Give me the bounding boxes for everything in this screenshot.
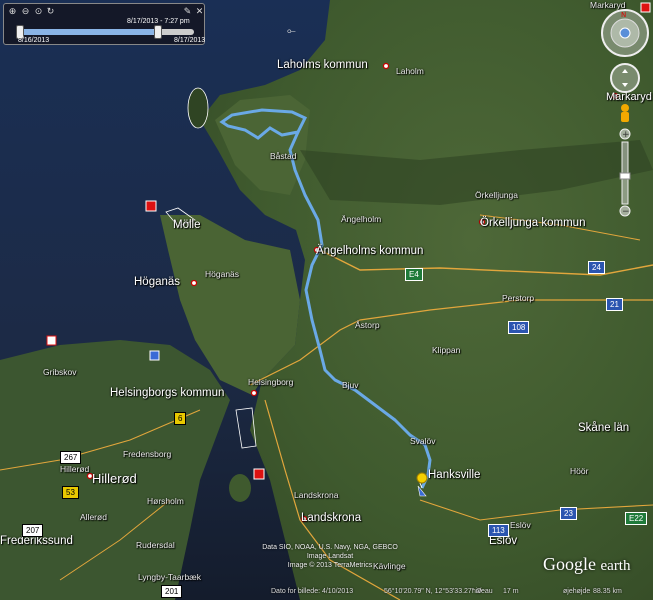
poi-marker[interactable]	[149, 350, 160, 361]
time-slider-range	[20, 29, 155, 35]
eye-alt-value: 88.35 km	[593, 588, 622, 595]
elevation-value: 17 m	[503, 588, 519, 595]
refresh-icon[interactable]: ↻	[45, 6, 56, 17]
label-hanksville[interactable]: Hanksville	[428, 469, 480, 481]
label-allerod: Allerød	[80, 512, 107, 522]
poi-marker[interactable]	[145, 200, 157, 212]
elevation-label: niveau	[472, 588, 493, 595]
credit-line-3: Image © 2013 TerraMetrics	[287, 562, 373, 569]
road-shield: 267	[60, 451, 82, 464]
pegman-icon[interactable]	[621, 104, 629, 122]
eye-alt-label: øjehøjde	[563, 588, 591, 595]
zoom-out-icon[interactable]: ⊖	[20, 6, 31, 17]
navigation-controls[interactable]: N + −	[600, 6, 652, 221]
time-slider-date: 8/17/2013 - 7:27 pm	[127, 18, 190, 25]
label-hoor: Höör	[570, 466, 589, 476]
road-shield: 21	[606, 298, 623, 311]
label-eslov-small: Eslöv	[510, 520, 531, 530]
road-shield: 23	[560, 507, 577, 520]
label-bastad: Båstad	[270, 151, 297, 161]
ven-island	[229, 474, 251, 502]
road-shield: 108	[508, 321, 530, 334]
coordinates: 56°10'20.79" N, 12°53'33.27" Ø	[384, 588, 482, 595]
label-angelholms-kommun: Ängelholms kommun	[316, 245, 424, 257]
fish-icon: ⟜	[287, 24, 296, 37]
label-astorp: Åstorp	[355, 320, 380, 330]
label-angelholm: Ängelholm	[341, 214, 382, 224]
compass-ring[interactable]: N	[601, 9, 649, 57]
credit-line-2: Image Landsat	[306, 553, 354, 560]
city-dot[interactable]	[190, 279, 198, 287]
label-landskrona-small: Landskrona	[294, 490, 339, 500]
road-shield: 6	[174, 412, 187, 425]
road-shield: E22	[625, 512, 648, 525]
label-orkelljunga: Örkelljunga	[475, 190, 518, 200]
svg-text:−: −	[622, 207, 630, 217]
close-icon[interactable]: ✕	[194, 6, 205, 17]
label-svalov: Svalöv	[410, 436, 436, 446]
road-shield: 207	[22, 524, 44, 537]
label-helsingborg: Helsingborg	[248, 377, 294, 387]
look-joystick[interactable]	[610, 63, 640, 93]
poi-marker[interactable]	[46, 335, 57, 346]
map-view[interactable]: ⟜	[0, 0, 653, 600]
label-lyngby: Lyngby-Taarbæk	[138, 572, 201, 582]
label-fredensborg: Fredensborg	[123, 449, 172, 459]
credit-line-1: Data SIO, NOAA, U.S. Navy, NGA, GEBCO	[262, 544, 398, 551]
poi-marker[interactable]	[253, 468, 265, 480]
label-rudersdal: Rudersdal	[136, 540, 175, 550]
google-earth-logo: Google earth	[543, 554, 631, 574]
label-hoganas-big: Höganäs	[134, 276, 181, 288]
svg-text:N: N	[621, 11, 626, 19]
city-dot[interactable]	[250, 389, 258, 397]
label-hillerod-big: Hillerød	[92, 471, 137, 486]
zoom-handle[interactable]	[619, 172, 631, 180]
label-landskrona: Landskrona	[301, 512, 362, 524]
imagery-date: Dato for billede: 4/10/2013	[271, 588, 354, 595]
label-perstorp: Perstorp	[502, 293, 535, 303]
label-skane-lan: Skåne län	[578, 422, 630, 434]
time-slider-start: 8/16/2013	[18, 37, 50, 44]
road-shield: 113	[488, 524, 509, 537]
time-slider-end: 8/17/2013	[174, 37, 206, 44]
city-dot[interactable]	[382, 62, 390, 70]
zoom-slider[interactable]: + −	[619, 128, 631, 217]
eye-icon[interactable]	[619, 27, 631, 39]
time-slider-panel[interactable]: ⊕ ⊖ ⊙ ↻ ✎ ✕ 8/17/2013 - 7:27 pm 8/16/201…	[3, 3, 205, 45]
label-helsingborgs-kommun: Helsingborgs kommun	[110, 387, 225, 399]
label-molle: Mölle	[173, 219, 201, 231]
road-shield: 24	[588, 261, 605, 274]
vadero-island	[187, 87, 209, 129]
label-hillerod-small: Hillerød	[60, 464, 90, 474]
road-shield: E4	[405, 268, 423, 281]
label-gribskov: Gribskov	[43, 367, 77, 377]
wrench-icon[interactable]: ✎	[182, 6, 193, 17]
label-laholm: Laholm	[396, 66, 424, 76]
label-hoganas: Höganäs	[205, 269, 240, 279]
svg-text:+: +	[622, 130, 630, 140]
road-shield: 53	[62, 486, 79, 499]
label-horsholm: Hørsholm	[147, 496, 184, 506]
label-laholms-kommun: Laholms kommun	[277, 59, 368, 71]
label-klippan: Klippan	[432, 345, 461, 355]
zoom-in-icon[interactable]: ⊕	[7, 6, 18, 17]
label-orkelljunga-kommun: Örkelljunga kommun	[480, 217, 586, 229]
time-slider-handle-right[interactable]	[154, 25, 162, 39]
clock-icon[interactable]: ⊙	[33, 6, 44, 17]
label-bjuv: Bjuv	[342, 380, 359, 390]
